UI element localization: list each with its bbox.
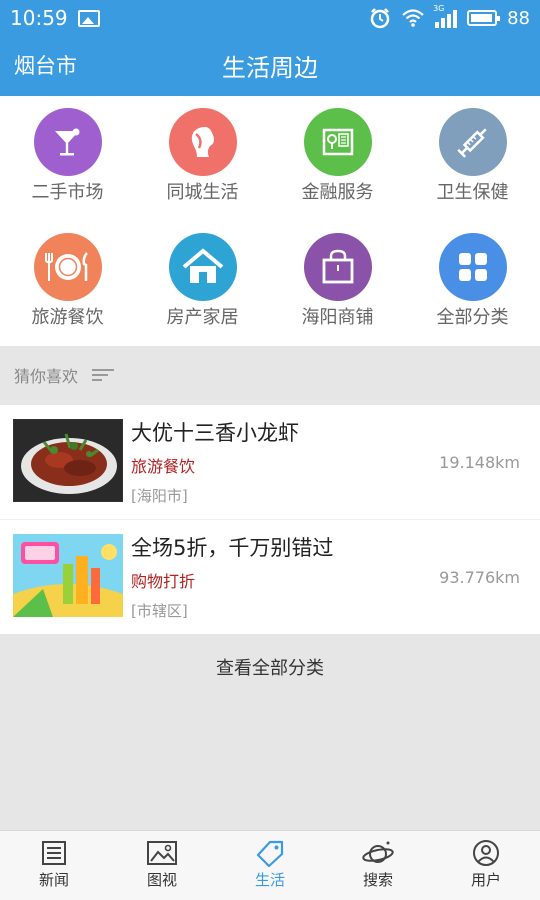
promo-banner-thumbnail xyxy=(13,534,123,617)
grid-icon xyxy=(438,233,507,301)
cocktail-icon xyxy=(33,108,102,176)
category-haiyang-shops[interactable]: 海阳商铺 xyxy=(270,221,405,346)
nav-label: 搜索 xyxy=(362,871,393,889)
tag-icon xyxy=(256,840,284,867)
nav-user[interactable]: 用户 xyxy=(432,831,540,900)
wifi-icon xyxy=(402,9,424,27)
listing-item[interactable]: 大优十三香小龙虾 旅游餐饮 19.148km [海阳市] xyxy=(0,405,540,519)
category-finance[interactable]: 金融服务 xyxy=(270,96,405,221)
category-label: 卫生保健 xyxy=(436,182,509,203)
category-travel-dining[interactable]: 旅游餐饮 xyxy=(0,221,135,346)
nav-label: 生活 xyxy=(254,871,285,889)
app-header: 烟台市 生活周边 xyxy=(0,36,540,96)
category-label: 房产家居 xyxy=(166,307,239,328)
network-type: 3G xyxy=(433,4,445,13)
recommend-header: 猜你喜欢 xyxy=(0,346,540,404)
user-icon xyxy=(473,840,499,866)
status-bar: 10:59 3G 88 xyxy=(0,0,540,36)
planet-icon xyxy=(362,841,394,863)
category-label: 海阳商铺 xyxy=(301,307,374,328)
nav-label: 图视 xyxy=(146,871,177,889)
status-icons: 3G 88 xyxy=(369,4,530,29)
signal-icon: 3G xyxy=(433,4,458,28)
nav-life[interactable]: 生活 xyxy=(216,831,324,900)
nav-gallery[interactable]: 图视 xyxy=(108,831,216,900)
safe-icon xyxy=(303,108,372,176)
nav-search[interactable]: 搜索 xyxy=(324,831,432,900)
category-grid: 二手市场 同城生活 金融服务 卫生保健 旅游餐饮 房产家居 海阳商铺 全部分类 xyxy=(0,96,540,346)
category-second-hand-market[interactable]: 二手市场 xyxy=(0,96,135,221)
bottom-nav: 新闻 图视 生活 搜索 用户 xyxy=(0,830,540,900)
battery-level: 88 xyxy=(507,7,530,29)
person-profile-icon xyxy=(168,108,237,176)
listing-district: [市辖区] xyxy=(131,602,188,620)
house-icon xyxy=(168,233,237,301)
listing-category: 购物打折 xyxy=(131,572,196,591)
alarm-icon xyxy=(370,8,390,29)
listing-distance: 19.148km xyxy=(439,453,520,472)
newspaper-icon xyxy=(42,841,66,865)
page-title: 生活周边 xyxy=(222,54,318,82)
listing-category: 旅游餐饮 xyxy=(131,457,196,476)
category-real-estate[interactable]: 房产家居 xyxy=(135,221,270,346)
listing-title: 全场5折，千万别错过 xyxy=(131,536,334,560)
section-title: 猜你喜欢 xyxy=(14,367,79,386)
plate-cutlery-icon xyxy=(33,233,102,301)
status-time: 10:59 xyxy=(10,6,68,30)
listing-district: [海阳市] xyxy=(131,487,188,505)
category-label: 金融服务 xyxy=(301,182,374,203)
listing-distance: 93.776km xyxy=(439,568,520,587)
picture-icon xyxy=(147,841,177,865)
listing-item[interactable]: 全场5折，千万别错过 购物打折 93.776km [市辖区] xyxy=(0,520,540,634)
listing-title: 大优十三香小龙虾 xyxy=(131,421,299,445)
category-health[interactable]: 卫生保健 xyxy=(405,96,540,221)
crayfish-thumbnail xyxy=(13,419,123,502)
syringe-icon xyxy=(438,108,507,176)
category-label: 同城生活 xyxy=(166,182,239,203)
image-notification-icon xyxy=(77,9,100,27)
category-label: 全部分类 xyxy=(436,307,509,328)
nav-news[interactable]: 新闻 xyxy=(0,831,108,900)
nav-label: 新闻 xyxy=(38,871,69,889)
sort-icon[interactable] xyxy=(92,368,115,382)
category-label: 二手市场 xyxy=(31,182,104,203)
nav-label: 用户 xyxy=(470,871,501,889)
shopping-bag-icon xyxy=(303,233,372,301)
category-label: 旅游餐饮 xyxy=(31,307,104,328)
battery-icon xyxy=(467,10,501,26)
category-all[interactable]: 全部分类 xyxy=(405,221,540,346)
view-all-categories-button[interactable]: 查看全部分类 xyxy=(0,635,540,703)
category-local-life[interactable]: 同城生活 xyxy=(135,96,270,221)
